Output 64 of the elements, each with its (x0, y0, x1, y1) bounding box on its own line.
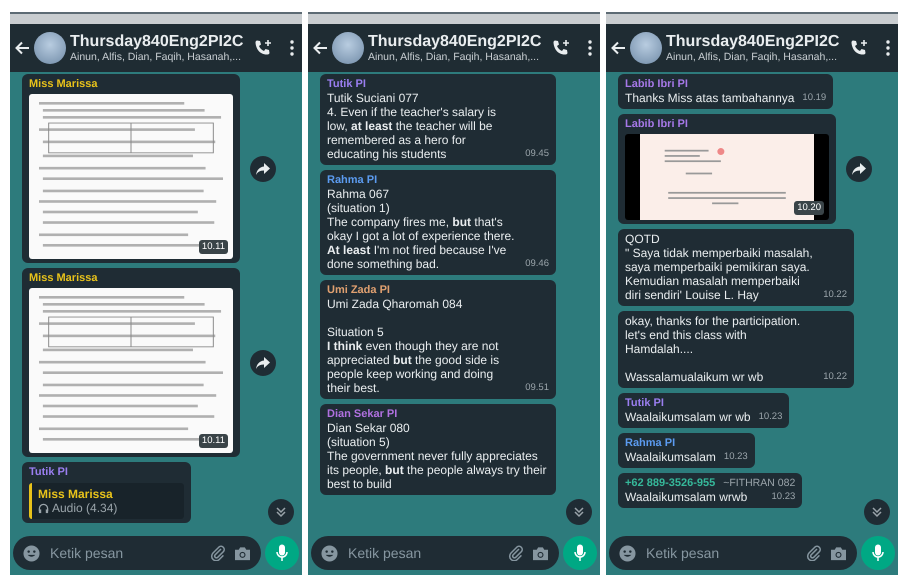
message-text: Waalaikumsalam (625, 450, 716, 464)
text-message[interactable]: Umi Zada PI Umi Zada Qharomah 084 Situation 5 I think even though they are not appreciated but the good side is people keep working and doing their best. 09.51 (320, 280, 556, 399)
message-time: 10.22 (823, 370, 847, 384)
group-members: Ainun, Alfis, Dian, Faqih, Hasanah,... (70, 51, 242, 64)
message-field[interactable]: Ketik pesan (609, 536, 857, 570)
message-time: 09.45 (525, 147, 549, 161)
text-message[interactable]: okay, thanks for the participation. let's end this class with Hamdalah.... Wassalamualaikum wr wb 10.22 (618, 311, 854, 388)
image-message[interactable]: Miss Marissa 10.11 (22, 74, 240, 263)
group-title[interactable]: Thursday840Eng2PI2C (70, 32, 244, 51)
group-title[interactable]: Thursday840Eng2PI2C (666, 32, 840, 51)
audio-label: Audio (4.34) (52, 501, 118, 515)
text-message[interactable]: Rahma PI Waalaikumsalam 10.23 (618, 433, 755, 468)
text-message[interactable]: Labib Ibri PI Thanks Miss atas tambahannya 10.19 (618, 74, 834, 109)
message-text: Tutik Suciani 077 4. Even if the teacher's salary is low, at least the teacher will be remembered as a hero for educating his students (327, 91, 498, 161)
text-message[interactable]: Rahma PI Rahma 067 (situation 1) The company fires me, but that's okay I got a lot of experience there. At least I'm not fired because I've done something bad. 09.46 (320, 170, 556, 275)
message-time: 10.11 (198, 240, 228, 254)
push-name: ~FITHRAN 082 (723, 476, 796, 490)
group-members: Ainun, Alfis, Dian, Faqih, Hasanah,... (368, 51, 540, 64)
message-time: 10.20 (794, 201, 824, 215)
sender-name: Rahma PI (327, 173, 378, 187)
message-text: Waalaikumsalam wr wb (625, 410, 751, 424)
message-text: okay, thanks for the participation. let's end this class with Hamdalah.... Wassalamualaikum wr wb (625, 314, 802, 384)
message-time: 10.22 (823, 288, 847, 302)
sender-name: Labib Ibri PI (625, 77, 689, 91)
message-input[interactable]: Ketik pesan (346, 544, 500, 562)
quoted-message[interactable]: Miss Marissa Audio (4.34) (29, 483, 184, 519)
message-time: 10.23 (724, 450, 748, 464)
sender-name: Labib Ibri PI (625, 117, 689, 131)
sender-name: +62 889-3526-955 ~FITHRAN 082 (625, 476, 796, 490)
sender-name: Dian Sekar PI (327, 407, 398, 421)
quoted-sender: Miss Marissa (38, 487, 114, 501)
message-input[interactable]: Ketik pesan (48, 544, 202, 562)
message-time: 10.23 (758, 410, 782, 424)
message-text: QOTD " Saya tidak memperbaiki masalah, saya memperbaiki pemikiran saya. Kemudian masalah memperbaiki diri sendiri' Louise L. Hay (625, 232, 814, 302)
message-field[interactable]: Ketik pesan (13, 536, 261, 570)
text-message[interactable]: Tutik PI Waalaikumsalam wr wb 10.23 (618, 393, 790, 428)
sender-name: Umi Zada PI (327, 283, 391, 297)
message-text: Thanks Miss atas tambahannya (625, 91, 794, 105)
text-message[interactable]: Tutik PI Tutik Suciani 077 4. Even if the teacher's salary is low, at least the teacher will be remembered as a hero for educating his students 09.45 (320, 74, 556, 165)
message-input[interactable]: Ketik pesan (644, 544, 798, 562)
image-message[interactable]: Miss Marissa 10.11 (22, 268, 240, 457)
text-message[interactable]: QOTD " Saya tidak memperbaiki masalah, saya memperbaiki pemikiran saya. Kemudian masalah memperbaiki diri sendiri' Louise L. Hay 10.22 (618, 229, 854, 306)
sender-name: Tutik PI (327, 77, 367, 91)
message-time: 10.23 (772, 490, 796, 504)
sender-name: Rahma PI (625, 436, 676, 450)
message-text: Dian Sekar 080 (situation 5) The government never fully appreciates its people, but the people always try their best to build (327, 421, 548, 491)
sender-name: Miss Marissa (29, 77, 98, 91)
message-time: 09.51 (525, 381, 549, 395)
sender-name: Tutik PI (625, 396, 665, 410)
message-field[interactable]: Ketik pesan (311, 536, 559, 570)
group-members: Ainun, Alfis, Dian, Faqih, Hasanah,... (666, 51, 838, 64)
text-message[interactable]: +62 889-3526-955 ~FITHRAN 082 Waalaikumsalam wrwb 10.23 (618, 473, 802, 508)
text-message[interactable]: Dian Sekar PI Dian Sekar 080 (situation 5) The government never fully appreciates its people, but the people always try their best to build (320, 404, 556, 495)
group-title[interactable]: Thursday840Eng2PI2C (368, 32, 542, 51)
image-message[interactable]: Labib Ibri PI 10.20 (618, 114, 836, 224)
message-text: Waalaikumsalam wrwb (625, 490, 748, 504)
sender-name: Miss Marissa (29, 271, 98, 285)
sender-name: Tutik PI (29, 465, 69, 479)
reply-message[interactable]: Tutik PI Miss Marissa Audio (4.34) (22, 462, 191, 523)
message-time: 09.46 (525, 257, 549, 271)
message-text: Umi Zada Qharomah 084 Situation 5 I think even though they are not appreciated but the good side is people keep working and doing their best. (327, 297, 500, 395)
message-text: Rahma 067 (situation 1) The company fires me, but that's okay I got a lot of experience there. At least I'm not fired because I've done something bad. (327, 187, 516, 271)
message-time: 10.11 (198, 434, 228, 448)
message-time: 10.19 (802, 91, 826, 105)
